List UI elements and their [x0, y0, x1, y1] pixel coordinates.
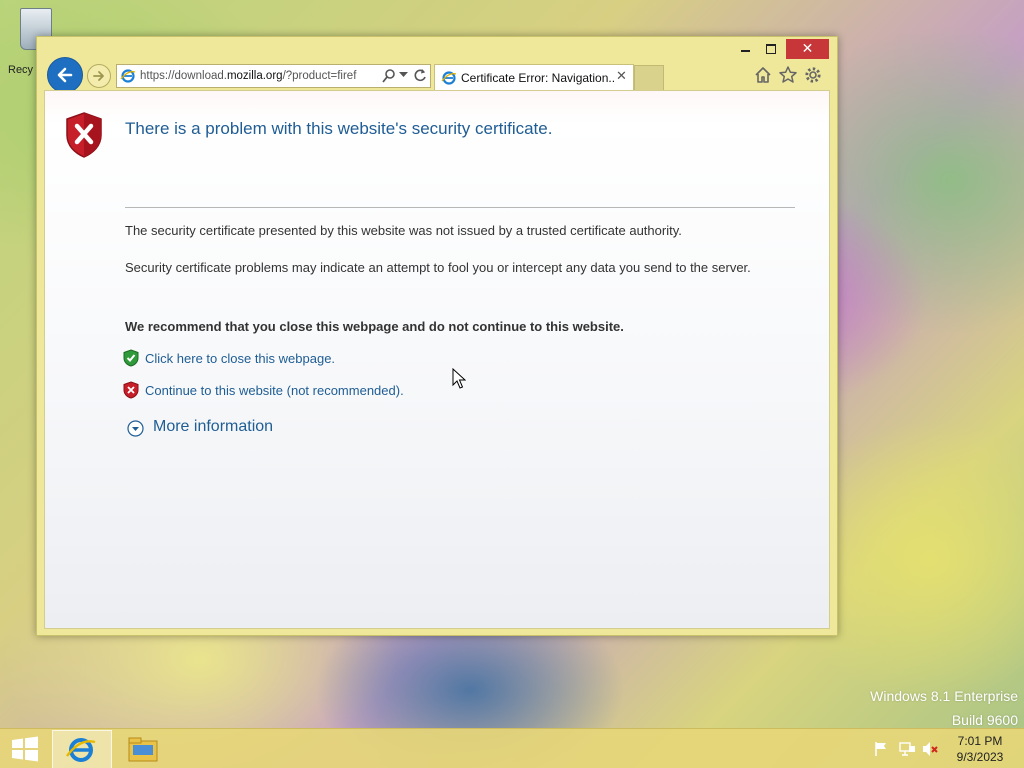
favorites-star-icon[interactable]: [778, 65, 798, 85]
address-url[interactable]: https://download.mozilla.org/?product=fi…: [140, 68, 378, 84]
watermark-edition: Windows 8.1 Enterprise: [870, 688, 1018, 704]
forward-button[interactable]: [87, 64, 111, 88]
internet-explorer-icon: [66, 738, 96, 762]
recycle-bin-label: Recy: [8, 64, 34, 76]
more-information-toggle[interactable]: More information: [127, 417, 307, 439]
close-webpage-link[interactable]: Click here to close this webpage.: [145, 350, 335, 368]
search-icon[interactable]: [382, 68, 396, 83]
continue-website-link[interactable]: Continue to this website (not recommende…: [145, 382, 404, 400]
system-clock[interactable]: 7:01 PM 9/3/2023: [946, 733, 1014, 765]
ie-page-icon: [120, 69, 136, 83]
back-button[interactable]: [47, 57, 83, 93]
back-arrow-icon: [57, 67, 73, 83]
refresh-icon[interactable]: [413, 68, 427, 83]
address-suffix: /?product=firef: [282, 70, 357, 82]
error-shield-icon: [66, 112, 102, 158]
clock-date: 9/3/2023: [956, 750, 1004, 764]
home-icon[interactable]: [753, 65, 773, 85]
certificate-explanation: The security certificate presented by th…: [125, 223, 682, 238]
certificate-warning: Security certificate problems may indica…: [125, 260, 751, 275]
chevron-down-icon[interactable]: [399, 72, 408, 78]
maximize-icon: [766, 44, 776, 54]
page-title: There is a problem with this website's s…: [125, 119, 553, 138]
tab-close-icon[interactable]: ✕: [616, 68, 627, 86]
expand-chevron-icon: [127, 420, 144, 437]
address-bar[interactable]: https://download.mozilla.org/?product=fi…: [116, 64, 431, 88]
minimize-icon: [741, 50, 750, 52]
desktop: Recy ✕ https://download.mozilla.org/?pro…: [0, 0, 1024, 768]
ie-tab-icon: [441, 71, 457, 85]
file-explorer-icon[interactable]: [126, 735, 160, 763]
clock-time: 7:01 PM: [957, 734, 1003, 748]
more-information-label: More information: [153, 418, 274, 435]
tab-title: Certificate Error: Navigation...: [461, 71, 616, 85]
windows-watermark: Windows 8.1 Enterprise Build 9600: [870, 684, 1018, 732]
windows-start-icon[interactable]: [10, 736, 40, 762]
taskbar: 7:01 PM 9/3/2023: [0, 728, 1024, 768]
settings-gear-icon[interactable]: [803, 65, 823, 85]
close-icon: ✕: [801, 41, 814, 57]
red-shield-x-icon: [123, 381, 139, 399]
minimize-button[interactable]: [733, 39, 757, 59]
taskbar-internet-explorer[interactable]: [52, 730, 112, 768]
close-webpage-row[interactable]: Click here to close this webpage.: [123, 349, 383, 369]
tab-certificate-error[interactable]: Certificate Error: Navigation... ✕: [434, 64, 634, 90]
mouse-cursor-icon: [452, 368, 466, 389]
volume-muted-icon[interactable]: [922, 741, 940, 757]
action-center-flag-icon[interactable]: [873, 741, 889, 757]
continue-website-row[interactable]: Continue to this website (not recommende…: [123, 381, 453, 401]
page-content: There is a problem with this website's s…: [44, 90, 830, 629]
recommendation-text: We recommend that you close this webpage…: [125, 319, 624, 334]
address-prefix: https://download.: [140, 70, 227, 82]
forward-arrow-icon: [93, 71, 104, 81]
address-domain: mozilla.org: [226, 70, 283, 82]
maximize-button[interactable]: [759, 39, 783, 59]
new-tab-button[interactable]: [634, 65, 664, 91]
network-icon[interactable]: [898, 741, 916, 757]
green-shield-check-icon: [123, 349, 139, 367]
close-window-button[interactable]: ✕: [786, 39, 829, 59]
divider: [125, 207, 795, 208]
ie-window: ✕ https://download.mozilla.org/?product=…: [36, 36, 838, 636]
